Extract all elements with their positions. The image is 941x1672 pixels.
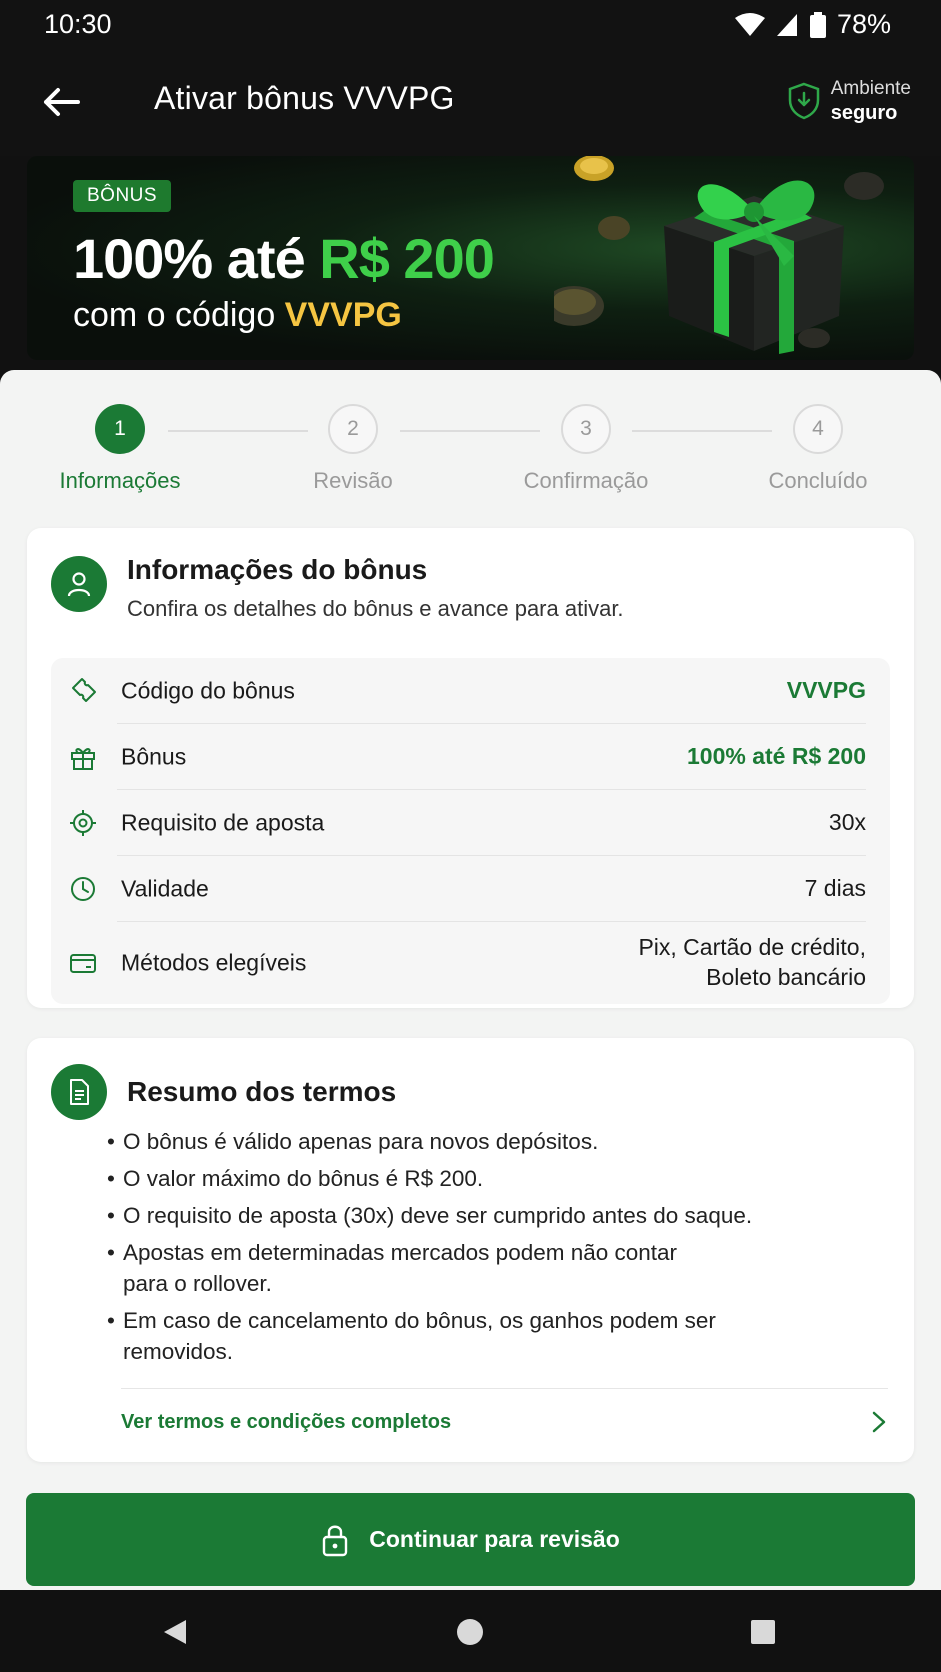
nav-home-button[interactable] — [448, 1610, 492, 1654]
step-label: Confirmação — [523, 468, 649, 493]
chevron-right-icon — [872, 1411, 886, 1433]
status-icons: 78% — [734, 9, 891, 40]
bonus-info-title: Informações do bônus — [127, 554, 428, 585]
secure-label-line2: seguro — [830, 101, 898, 124]
terms-list-item: O valor máximo do bônus é R$ 200. — [107, 1163, 847, 1194]
nav-recents-icon — [751, 1620, 775, 1644]
banner-headline-prefix: 100% até — [73, 227, 320, 290]
ticket-icon — [72, 678, 96, 702]
app-bar: Ativar bônus VVVPG Ambiente seguro — [0, 50, 941, 156]
detail-value-line2: Boleto bancário — [706, 964, 866, 990]
progress-stepper: 1 Informações 2 Revisão 3 Confirmação 4 … — [0, 404, 941, 504]
terms-list-item: O requisito de aposta (30x) deve ser cum… — [107, 1200, 847, 1231]
continue-button-label: Continuar para revisão — [369, 1526, 620, 1552]
detail-label: Métodos elegíveis — [121, 949, 307, 976]
divider — [121, 1388, 888, 1389]
detail-value: Pix, Cartão de crédito, Boleto bancário — [638, 933, 866, 993]
nav-recents-button[interactable] — [741, 1610, 785, 1654]
secure-label-line1: Ambiente — [830, 78, 911, 99]
main-content: 1 Informações 2 Revisão 3 Confirmação 4 … — [0, 370, 941, 1590]
banner-sub-code: VVVPG — [284, 296, 402, 334]
terms-list-item: Em caso de cancelamento do bônus, os gan… — [107, 1305, 757, 1367]
detail-value: 30x — [828, 809, 866, 836]
terms-summary-card: Resumo dos termos O bônus é válido apena… — [27, 1038, 914, 1462]
step-number: 1 — [95, 404, 145, 454]
back-button[interactable] — [36, 80, 86, 124]
user-icon — [51, 556, 107, 612]
gift-box-illustration — [554, 156, 884, 354]
continue-to-review-button[interactable]: Continuar para revisão — [26, 1493, 915, 1586]
signal-icon — [776, 13, 797, 36]
step-label: Revisão — [313, 468, 393, 493]
step-confirmacao: 3 Confirmação — [486, 404, 686, 494]
back-arrow-icon — [44, 88, 80, 116]
banner-headline: 100% até R$ 200 — [73, 226, 495, 291]
status-bar: 10:30 78% — [0, 0, 941, 50]
detail-value-line1: Pix, Cartão de crédito, — [638, 934, 866, 961]
step-label: Concluído — [768, 468, 868, 493]
secure-environment-indicator: Ambiente seguro — [787, 78, 911, 125]
banner-sub-prefix: com o código — [73, 296, 285, 334]
system-navigation-bar — [0, 1590, 941, 1672]
banner-badge: BÔNUS — [73, 180, 172, 212]
detail-label: Requisito de aposta — [121, 809, 325, 836]
card-icon — [70, 954, 96, 973]
target-icon — [70, 810, 96, 836]
step-number: 2 — [328, 404, 378, 454]
detail-label: Código do bônus — [121, 677, 295, 704]
full-terms-link-label: Ver termos e condições completos — [121, 1410, 452, 1433]
terms-title: Resumo dos termos — [127, 1076, 397, 1107]
lock-icon — [323, 1525, 348, 1556]
step-label: Informações — [59, 468, 181, 493]
step-informacoes: 1 Informações — [20, 404, 220, 494]
nav-back-button[interactable] — [153, 1610, 197, 1654]
nav-back-icon — [164, 1620, 186, 1644]
detail-value: VVVPG — [786, 677, 866, 704]
step-concluido: 4 Concluído — [718, 404, 918, 494]
detail-label: Bônus — [121, 743, 187, 770]
promo-banner: BÔNUS 100% até R$ 200 com o código VVVPG — [27, 156, 914, 360]
terms-list-item: Apostas em determinadas mercados podem n… — [107, 1237, 727, 1299]
battery-icon — [809, 11, 826, 38]
detail-row-metodos: Métodos elegíveis Pix, Cartão de crédito… — [51, 922, 890, 1004]
terms-list-item: O bônus é válido apenas para novos depós… — [107, 1126, 847, 1157]
terms-list: O bônus é válido apenas para novos depós… — [107, 1126, 847, 1373]
step-revisao: 2 Revisão — [253, 404, 453, 494]
nav-home-icon — [457, 1619, 483, 1645]
step-number: 3 — [561, 404, 611, 454]
bonus-info-card: Informações do bônus Confira os detalhes… — [27, 528, 914, 1008]
bonus-details-list: Código do bônus VVVPG Bônus 100% até R$ … — [51, 658, 890, 1004]
wifi-icon — [734, 12, 765, 36]
banner-subheadline: com o código VVVPG — [73, 296, 402, 335]
step-number: 4 — [793, 404, 843, 454]
detail-value: 7 dias — [804, 875, 866, 902]
detail-value: 100% até R$ 200 — [686, 743, 866, 770]
banner-headline-amount: R$ 200 — [319, 227, 495, 290]
bonus-info-subtitle: Confira os detalhes do bônus e avance pa… — [127, 596, 624, 621]
detail-row-validade: Validade 7 dias — [51, 856, 890, 922]
full-terms-link[interactable]: Ver termos e condições completos — [121, 1400, 887, 1444]
status-time: 10:30 — [44, 9, 112, 39]
detail-row-codigo: Código do bônus VVVPG — [51, 658, 890, 724]
gift-icon — [71, 748, 95, 770]
clock-icon — [71, 877, 95, 901]
page-title: Ativar bônus VVVPG — [154, 80, 455, 116]
document-icon — [51, 1064, 107, 1120]
shield-icon — [788, 83, 819, 120]
detail-row-requisito: Requisito de aposta 30x — [51, 790, 890, 856]
detail-row-bonus: Bônus 100% até R$ 200 — [51, 724, 890, 790]
battery-percent: 78% — [836, 9, 891, 39]
detail-label: Validade — [121, 875, 209, 902]
